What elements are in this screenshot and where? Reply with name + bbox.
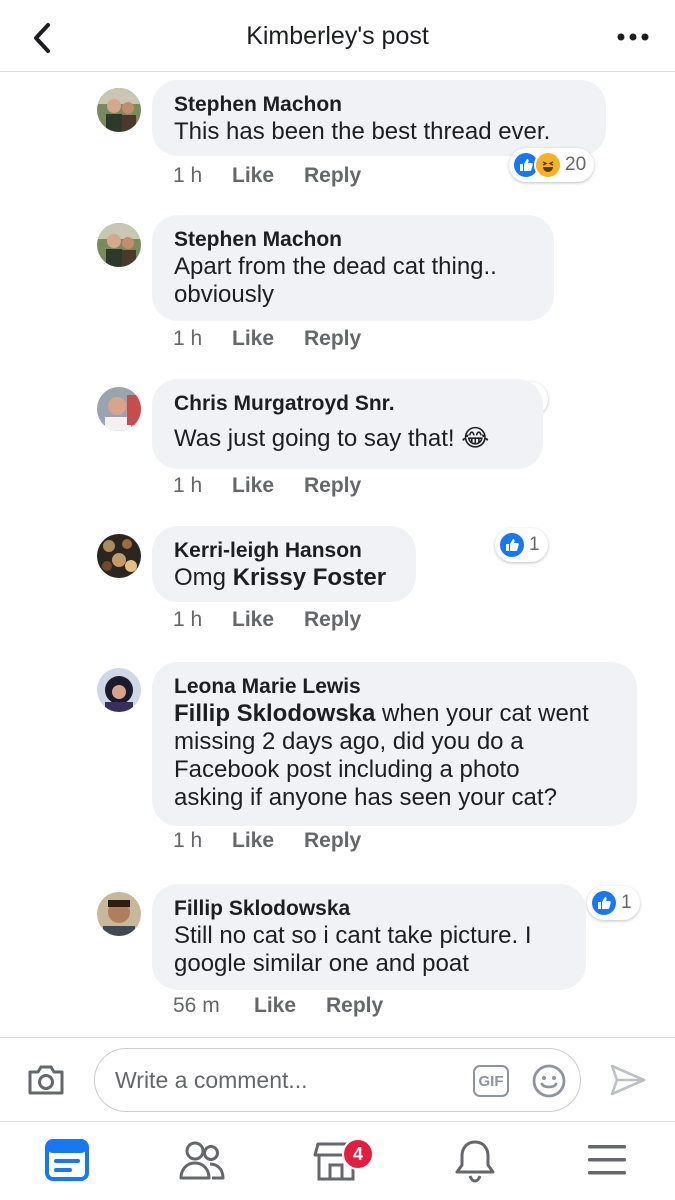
comment: Stephen Machon Apart from the dead cat t…	[0, 211, 675, 416]
comment-text-line: Apart from the dead cat thing..	[174, 253, 497, 280]
comment-bubble: Stephen Machon This has been the best th…	[152, 80, 606, 156]
comment-text-line: missing 2 days ago, did you do a	[174, 728, 524, 755]
comment-time: 1 h	[173, 164, 203, 187]
comment-time: 1 h	[173, 829, 203, 852]
comment-bubble: Fillip Sklodowska Still no cat so i cant…	[152, 884, 586, 990]
avatar[interactable]	[97, 223, 141, 267]
send-button[interactable]	[608, 1062, 648, 1098]
smiley-icon	[532, 1064, 566, 1098]
camera-icon	[28, 1065, 64, 1095]
comment-text-line: Still no cat so i cant take picture. I	[174, 922, 532, 949]
comment: Fillip Sklodowska Still no cat so i cant…	[0, 880, 675, 1030]
reply-link[interactable]: Reply	[304, 164, 361, 188]
comment-text-line: Facebook post including a photo	[174, 756, 520, 783]
comment-text: Was just going to say that! 😂	[174, 425, 521, 453]
more-options-button[interactable]	[613, 22, 653, 52]
reply-link[interactable]: Reply	[304, 829, 361, 853]
comment-bubble: Chris Murgatroyd Snr. Was just going to …	[152, 379, 543, 469]
send-icon	[610, 1064, 646, 1096]
avatar[interactable]	[97, 387, 141, 431]
comment-text-line: Fillip Sklodowska when your cat went	[174, 700, 615, 728]
like-link[interactable]: Like	[232, 608, 304, 632]
reply-link[interactable]: Reply	[304, 474, 361, 498]
comment-bubble: Kerri-leigh Hanson Omg Krissy Foster	[152, 526, 416, 602]
comment-text: Omg Krissy Foster	[174, 564, 394, 592]
like-link[interactable]: Like	[232, 829, 304, 853]
comments-list: Stephen Machon This has been the best th…	[0, 72, 675, 1037]
comment-text: This has been the best thread ever.	[174, 118, 551, 145]
haha-reaction-icon	[534, 151, 562, 179]
comment-meta: 1 h Like Reply	[173, 474, 361, 498]
friends-icon	[179, 1141, 225, 1180]
nav-menu[interactable]	[583, 1136, 631, 1184]
like-link[interactable]: Like	[254, 994, 326, 1018]
avatar[interactable]	[97, 668, 141, 712]
avatar[interactable]	[97, 534, 141, 578]
nav-notifications[interactable]	[451, 1136, 499, 1184]
comment-input[interactable]	[115, 1063, 455, 1097]
hamburger-menu-icon	[588, 1145, 626, 1175]
bell-icon	[455, 1140, 495, 1183]
comment: Kerri-leigh Hanson Omg Krissy Foster 1 h…	[0, 522, 675, 642]
comment-time: 1 h	[173, 608, 203, 631]
comment-text-line: google similar one and poat	[174, 950, 469, 977]
avatar[interactable]	[97, 88, 141, 132]
comment-input-box[interactable]: GIF	[94, 1048, 581, 1112]
comment-bubble: Leona Marie Lewis Fillip Sklodowska when…	[152, 662, 637, 826]
comment-author[interactable]: Leona Marie Lewis	[174, 674, 615, 700]
comment-bubble: Stephen Machon Apart from the dead cat t…	[152, 215, 554, 321]
comment-author[interactable]: Chris Murgatroyd Snr.	[174, 391, 521, 417]
comment-text-line: asking if anyone has seen your cat?	[174, 784, 557, 811]
comment-meta: 56 m Like Reply	[173, 994, 383, 1018]
comment: Chris Murgatroyd Snr. Was just going to …	[0, 375, 675, 562]
comment-meta: 1 h Like Reply	[173, 327, 361, 351]
bottom-nav: 4	[0, 1121, 675, 1200]
like-link[interactable]: Like	[232, 474, 304, 498]
gif-button[interactable]: GIF	[473, 1065, 509, 1097]
comment-author[interactable]: Stephen Machon	[174, 227, 532, 253]
notification-badge: 4	[342, 1138, 374, 1170]
comment-author[interactable]: Fillip Sklodowska	[174, 896, 564, 922]
mention-link[interactable]: Fillip Sklodowska	[174, 700, 375, 727]
reaction-count: 20	[565, 154, 587, 175]
like-link[interactable]: Like	[232, 164, 304, 188]
reaction-summary[interactable]: 20	[509, 148, 595, 182]
comment: Stephen Machon This has been the best th…	[0, 76, 675, 206]
page-title: Kimberley's post	[246, 22, 429, 50]
header-bar: Kimberley's post	[0, 0, 675, 72]
emoji-button[interactable]	[531, 1063, 567, 1099]
comment-text-body: Was just going to say that!	[174, 425, 455, 452]
like-link[interactable]: Like	[232, 327, 304, 351]
comment-text-body: Omg	[174, 564, 227, 591]
comment-meta: 1 h Like Reply	[173, 829, 361, 853]
comment-composer: GIF	[0, 1037, 675, 1121]
reply-link[interactable]: Reply	[304, 608, 361, 632]
comment-text-body: when your cat went	[375, 700, 589, 727]
laughing-emoji: 😂	[461, 425, 490, 452]
nav-news-feed[interactable]	[43, 1136, 91, 1184]
more-dots-icon	[617, 33, 649, 41]
reply-link[interactable]: Reply	[326, 994, 383, 1018]
camera-button[interactable]	[26, 1063, 66, 1097]
comment: Leona Marie Lewis Fillip Sklodowska when…	[0, 658, 675, 920]
comment-author[interactable]: Kerri-leigh Hanson	[174, 538, 394, 564]
comment-time: 1 h	[173, 474, 203, 497]
comment-text-line: obviously	[174, 281, 275, 308]
nav-friends[interactable]	[178, 1136, 226, 1184]
news-feed-icon	[45, 1139, 89, 1181]
avatar[interactable]	[97, 892, 141, 936]
comment-meta: 1 h Like Reply	[173, 608, 361, 632]
comment-meta: 1 h Like Reply	[173, 164, 361, 188]
comment-author[interactable]: Stephen Machon	[174, 92, 584, 118]
mention-link[interactable]: Krissy Foster	[233, 564, 386, 591]
reply-link[interactable]: Reply	[304, 327, 361, 351]
comment-time: 1 h	[173, 327, 203, 350]
comment-time: 56 m	[173, 994, 220, 1017]
